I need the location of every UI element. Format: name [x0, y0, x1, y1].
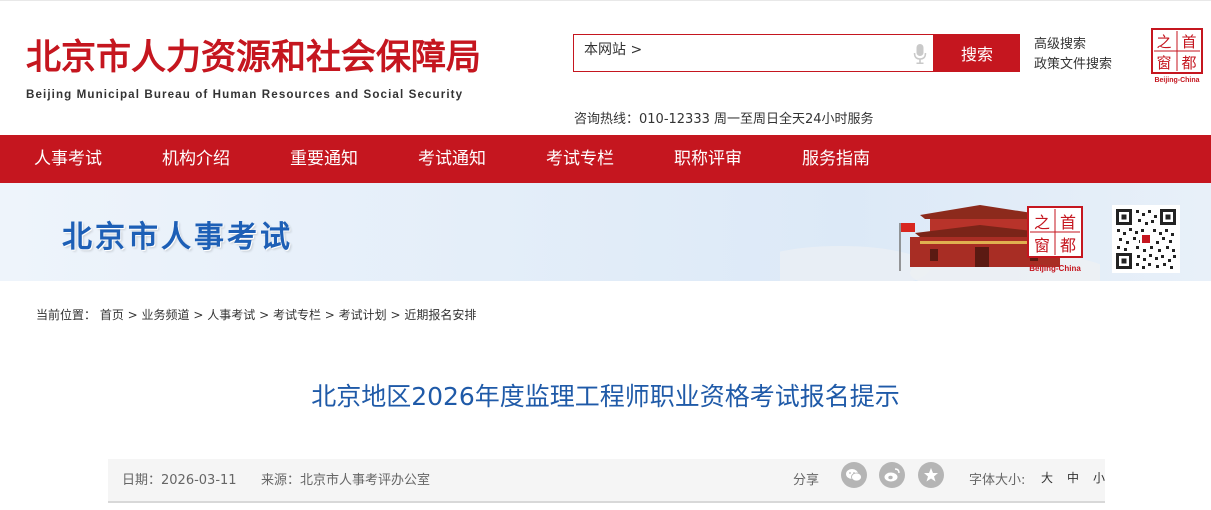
search-input[interactable] — [654, 37, 899, 69]
article-content: 当前位置： 首页 > 业务频道 > 人事考试 > 考试专栏 > 考试计划 > 近… — [0, 281, 1211, 510]
wechat-share-icon[interactable] — [841, 462, 867, 488]
nav-item-personnel-exam[interactable]: 人事考试 — [34, 135, 102, 183]
svg-text:都: 都 — [1181, 54, 1196, 72]
nav-item-exam-column[interactable]: 考试专栏 — [546, 135, 614, 183]
breadcrumb-separator: > — [386, 308, 405, 322]
article-date: 日期：2026-03-11 — [122, 473, 237, 488]
breadcrumb-separator: > — [123, 308, 142, 322]
favorite-share-icon[interactable] — [918, 462, 944, 488]
font-size-medium-button[interactable]: 中 — [1067, 469, 1079, 486]
svg-text:首: 首 — [1181, 33, 1196, 51]
hotline-text: 咨询热线：010-12333 周一至周日全天24小时服务 — [574, 112, 874, 127]
nav-item-exam-notice[interactable]: 考试通知 — [418, 135, 486, 183]
main-nav: 人事考试 机构介绍 重要通知 考试通知 考试专栏 职称评审 服务指南 — [0, 135, 1211, 183]
section-banner: 北京市人事考试 之 首 窗 都 Beijing-China — [0, 183, 1211, 281]
svg-text:首: 首 — [1060, 213, 1076, 232]
article-source: 来源：北京市人事考评办公室 — [261, 473, 431, 488]
tiananmen-illustration: 之 首 窗 都 Beijing-China — [780, 205, 1100, 281]
breadcrumb-item-personnel-exam[interactable]: 人事考试 — [207, 308, 255, 322]
breadcrumb-item-recent-registration[interactable]: 近期报名安排 — [404, 308, 476, 322]
nav-item-important-notice[interactable]: 重要通知 — [290, 135, 358, 183]
search-links: 高级搜索 政策文件搜索 — [1034, 35, 1112, 75]
breadcrumb-prefix: 当前位置： — [36, 308, 97, 322]
svg-text:窗: 窗 — [1156, 54, 1171, 72]
policy-search-link[interactable]: 政策文件搜索 — [1034, 55, 1112, 75]
svg-text:Beijing-China: Beijing-China — [1029, 264, 1081, 273]
microphone-icon[interactable] — [913, 43, 927, 65]
weibo-share-icon[interactable] — [879, 462, 905, 488]
nav-item-title-review[interactable]: 职称评审 — [674, 135, 742, 183]
article-title: 北京地区2026年度监理工程师职业资格考试报名提示 — [311, 382, 900, 411]
breadcrumb-separator: > — [320, 308, 339, 322]
capital-window-logo[interactable]: 之 首 窗 都 Beijing-China — [1151, 28, 1203, 84]
site-logo-title[interactable]: 北京市人力资源和社会保障局 — [26, 41, 481, 76]
breadcrumb: 当前位置： 首页 > 业务频道 > 人事考试 > 考试专栏 > 考试计划 > 近… — [36, 306, 476, 323]
nav-item-service-guide[interactable]: 服务指南 — [802, 135, 870, 183]
site-logo-subtitle: Beijing Municipal Bureau of Human Resour… — [26, 88, 464, 101]
banner-seal: 之 首 窗 都 Beijing-China — [1027, 206, 1083, 273]
breadcrumb-separator: > — [189, 308, 208, 322]
font-size-label: 字体大小: — [969, 473, 1026, 488]
nav-item-about[interactable]: 机构介绍 — [162, 135, 230, 183]
banner-title: 北京市人事考试 — [62, 220, 293, 255]
svg-text:窗: 窗 — [1034, 236, 1050, 255]
font-size-large-button[interactable]: 大 — [1041, 469, 1053, 486]
search-box: 本网站 > — [573, 34, 934, 72]
breadcrumb-item-home[interactable]: 首页 — [100, 308, 124, 322]
site-header: 北京市人力资源和社会保障局 Beijing Municipal Bureau o… — [0, 0, 1211, 135]
font-size-small-button[interactable]: 小 — [1093, 469, 1105, 486]
svg-text:Beijing-China: Beijing-China — [1154, 77, 1199, 84]
search-scope-select[interactable]: 本网站 > — [584, 39, 642, 59]
breadcrumb-item-exam-column[interactable]: 考试专栏 — [273, 308, 321, 322]
qr-code — [1112, 205, 1180, 273]
share-label: 分享 — [793, 473, 820, 488]
svg-text:之: 之 — [1034, 213, 1050, 232]
article-meta-bar: 日期：2026-03-11 来源：北京市人事考评办公室 分享 字体大小: 大 中 — [108, 459, 1105, 503]
breadcrumb-separator: > — [255, 308, 273, 322]
advanced-search-link[interactable]: 高级搜索 — [1034, 35, 1112, 55]
search-button[interactable]: 搜索 — [934, 34, 1020, 72]
breadcrumb-item-business[interactable]: 业务频道 — [142, 308, 190, 322]
svg-text:都: 都 — [1060, 236, 1076, 255]
breadcrumb-item-exam-plan[interactable]: 考试计划 — [339, 308, 387, 322]
svg-text:之: 之 — [1156, 33, 1171, 51]
